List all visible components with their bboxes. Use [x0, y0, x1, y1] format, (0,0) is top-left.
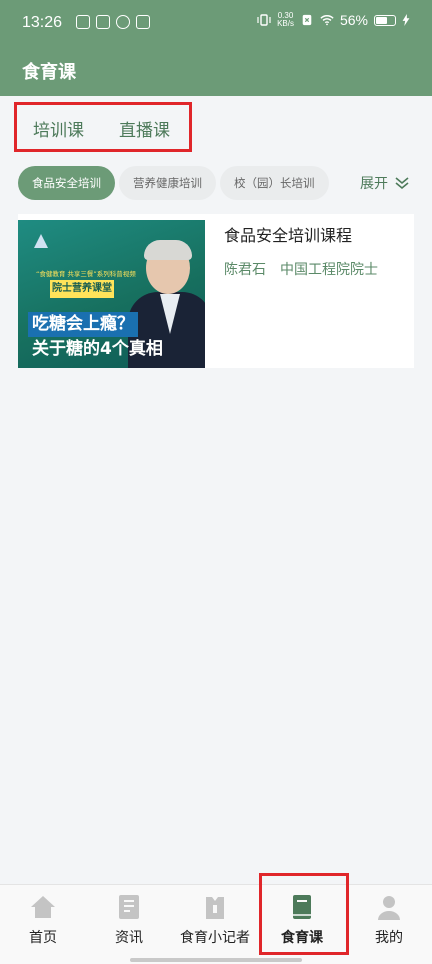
- battery-icon: [374, 14, 396, 26]
- course-teacher: 陈君石 中国工程院院士: [224, 262, 378, 278]
- status-bar: 13:26 0.30 KB/s 56%: [0, 0, 432, 48]
- tiktok-icon: [136, 15, 150, 29]
- news-icon: [119, 895, 139, 919]
- double-chevron-down-icon: [395, 177, 409, 190]
- battery-percent: 56%: [339, 12, 368, 28]
- bottom-navigation: 首页 资讯 食育小记者 食育课 我的: [0, 884, 432, 964]
- nav-home[interactable]: 首页: [0, 893, 86, 947]
- home-indicator[interactable]: [130, 958, 302, 962]
- logo-icon: [34, 234, 48, 248]
- course-title: 食品安全培训课程: [224, 226, 353, 245]
- user-icon: [378, 896, 400, 920]
- charging-icon: [402, 14, 410, 26]
- thumbnail-headline: 吃糖会上瘾？ 关于糖的4个真相: [28, 312, 167, 362]
- thumbnail-tagline: “食健教育 共享三餐”系列科普视频: [36, 270, 136, 278]
- wifi-icon: [320, 15, 334, 26]
- course-thumbnail: “食健教育 共享三餐”系列科普视频 院士营养课堂 吃糖会上瘾？ 关于糖的4个真相: [18, 220, 205, 368]
- tab-live[interactable]: 直播课: [119, 116, 170, 141]
- status-right: 0.30 KB/s 56%: [257, 12, 410, 28]
- chip-food-safety[interactable]: 食品安全培训: [18, 166, 115, 200]
- page-title: 食育课: [22, 62, 76, 83]
- nav-news-label: 资讯: [115, 930, 143, 946]
- nav-reporter-label: 食育小记者: [180, 930, 250, 946]
- chip-nutrition[interactable]: 营养健康培训: [119, 166, 216, 200]
- thumbnail-badge: 院士营养课堂: [50, 280, 114, 298]
- expand-button[interactable]: 展开: [360, 173, 410, 193]
- nav-news[interactable]: 资讯: [86, 893, 172, 947]
- notification-app-icon: [76, 15, 90, 29]
- course-card[interactable]: “食健教育 共享三餐”系列科普视频 院士营养课堂 吃糖会上瘾？ 关于糖的4个真相…: [18, 214, 414, 368]
- nav-profile-label: 我的: [375, 930, 403, 946]
- notification-icons: [76, 15, 150, 29]
- category-chips: 食品安全培训 营养健康培训 校（园）长培训: [18, 166, 329, 200]
- net-speed: 0.30 KB/s: [277, 12, 294, 28]
- course-type-tabs: 培训课 直播课: [14, 102, 192, 152]
- active-nav-highlight: [259, 873, 349, 955]
- nav-reporter[interactable]: 食育小记者: [172, 893, 258, 947]
- nav-home-label: 首页: [29, 930, 57, 946]
- vibrate-icon: [257, 14, 271, 26]
- tab-training[interactable]: 培训课: [33, 116, 84, 141]
- net-speed-unit: KB/s: [277, 19, 294, 28]
- app-bar: 食育课: [0, 48, 432, 96]
- notification-box-icon: [96, 15, 110, 29]
- status-time: 13:26: [22, 14, 63, 31]
- sim-icon: [302, 14, 312, 26]
- headline-line-2: 关于糖的4个真相: [32, 339, 163, 359]
- headline-line-1: 吃糖会上瘾？: [28, 312, 138, 337]
- notification-leaf-icon: [116, 15, 130, 29]
- home-icon: [31, 896, 55, 918]
- nav-profile[interactable]: 我的: [346, 893, 432, 947]
- reporter-icon: [206, 897, 224, 919]
- expand-label: 展开: [360, 176, 388, 192]
- chip-principal[interactable]: 校（园）长培训: [220, 166, 329, 200]
